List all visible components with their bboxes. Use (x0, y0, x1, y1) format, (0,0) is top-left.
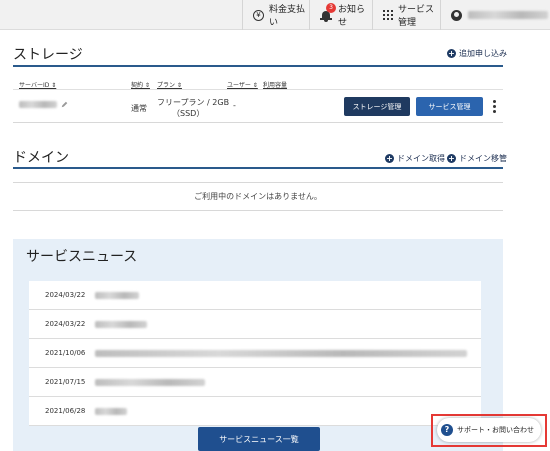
contract-cell: 通常 (131, 104, 147, 113)
news-date: 2021/07/15 (45, 378, 86, 386)
news-date: 2021/10/06 (45, 349, 86, 357)
pencil-icon[interactable] (61, 101, 68, 108)
plus-icon: + (447, 49, 456, 58)
support-label: サポート・お問い合わせ (457, 426, 534, 434)
news-text-redacted (95, 321, 147, 328)
col-contract[interactable]: 契約 ⇕ (131, 80, 150, 89)
domain-bottom-divider (13, 210, 503, 211)
service-management-label: サービス管理 (398, 5, 435, 28)
list-item[interactable]: 2021/10/06 (29, 339, 481, 368)
user-cell: - (233, 101, 236, 110)
support-contact-button[interactable]: ? サポート・お問い合わせ (437, 418, 541, 442)
news-date: 2024/03/22 (45, 291, 86, 299)
service-news-list: 2024/03/22 2024/03/22 2021/10/06 2021/07… (29, 281, 481, 426)
news-text-redacted (95, 292, 139, 299)
col-server-id[interactable]: サーバーID ⇕ (19, 80, 56, 89)
list-item[interactable]: 2024/03/22 (29, 281, 481, 310)
plan-cell-line1: フリープラン / 2GB (157, 98, 230, 107)
service-news-title: サービスニュース (26, 249, 138, 265)
server-id-redacted (19, 101, 57, 108)
list-item[interactable]: 2021/07/15 (29, 368, 481, 397)
yen-icon: ¥ (253, 9, 264, 21)
notifications-link[interactable]: 3 お知らせ (309, 0, 372, 30)
domain-transfer-link[interactable]: + ドメイン移管 (447, 153, 507, 164)
storage-divider (13, 65, 503, 67)
table-header-divider (13, 89, 503, 90)
payment-link[interactable]: ¥ 料金支払い (242, 0, 309, 30)
top-bar: ¥ 料金支払い 3 お知らせ サービス管理 (0, 0, 550, 30)
notification-count-badge: 3 (326, 2, 336, 13)
domain-divider (13, 167, 503, 169)
col-plan[interactable]: プラン ⇕ (157, 80, 182, 89)
col-usage: 利用容量 (263, 82, 288, 89)
news-date: 2021/06/28 (45, 407, 86, 415)
news-text-redacted (95, 379, 205, 386)
domain-acquire-link[interactable]: + ドメイン取得 (385, 153, 445, 164)
domain-empty-message: ご利用中のドメインはありません。 (194, 192, 322, 201)
user-icon (451, 9, 462, 21)
question-icon: ? (441, 424, 453, 436)
service-manage-button[interactable]: サービス管理 (416, 97, 483, 116)
service-management-link[interactable]: サービス管理 (372, 0, 440, 30)
add-application-link[interactable]: + 追加申し込み (447, 48, 507, 59)
storage-manage-button[interactable]: ストレージ管理 (344, 97, 410, 116)
list-item[interactable]: 2024/03/22 (29, 310, 481, 339)
storage-row-divider (13, 122, 503, 123)
user-name-redacted (468, 11, 548, 19)
grid-icon (383, 10, 393, 20)
bell-icon: 3 (320, 2, 336, 22)
notifications-label: お知らせ (338, 5, 366, 28)
storage-title: ストレージ (13, 47, 83, 63)
list-item[interactable]: 2021/06/28 (29, 397, 481, 426)
plus-icon: + (447, 154, 456, 163)
domain-header-divider (13, 182, 503, 183)
plus-icon: + (385, 154, 394, 163)
domain-acquire-label: ドメイン取得 (397, 154, 445, 163)
news-text-redacted (95, 350, 467, 357)
news-text-redacted (95, 408, 127, 415)
service-news-list-button[interactable]: サービスニュース一覧 (198, 427, 320, 451)
col-user[interactable]: ユーザー ⇕ (227, 80, 258, 89)
user-menu[interactable] (440, 0, 550, 30)
domain-transfer-label: ドメイン移管 (459, 154, 507, 163)
domain-title: ドメイン (13, 150, 69, 166)
more-options-icon[interactable] (493, 100, 496, 113)
payment-label: 料金支払い (269, 5, 306, 28)
plan-cell-line2: （SSD） (172, 109, 205, 118)
add-application-label: 追加申し込み (459, 49, 507, 58)
news-date: 2024/03/22 (45, 320, 86, 328)
